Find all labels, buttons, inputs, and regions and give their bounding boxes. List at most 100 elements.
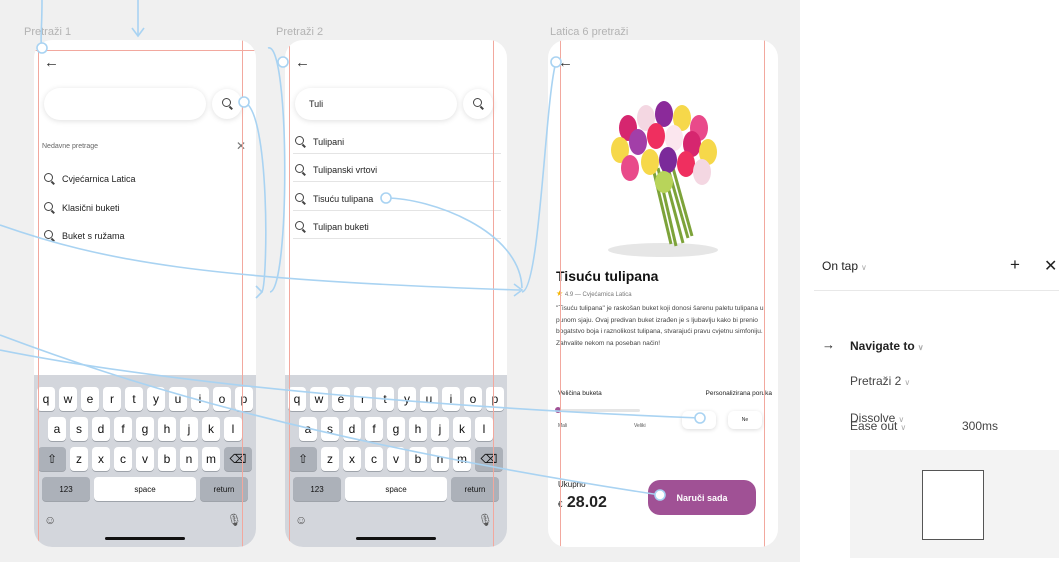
key-g[interactable]: g bbox=[136, 417, 154, 441]
easing-select[interactable]: Ease out ∨ bbox=[850, 419, 906, 433]
suggestion-item[interactable]: Tulipan buketi bbox=[293, 213, 501, 239]
key-e[interactable]: e bbox=[81, 387, 99, 411]
key-f[interactable]: f bbox=[114, 417, 132, 441]
return-key[interactable]: return bbox=[451, 477, 499, 501]
key-h[interactable]: h bbox=[158, 417, 176, 441]
key-j[interactable]: j bbox=[180, 417, 198, 441]
numbers-key[interactable]: 123 bbox=[42, 477, 90, 501]
frame-search-2[interactable]: ← Tuli Tulipani Tulipanski vrtovi Tisuću… bbox=[285, 40, 507, 547]
key-m[interactable]: m bbox=[202, 447, 220, 471]
order-now-button[interactable]: Naruči sada bbox=[648, 480, 756, 515]
key-s[interactable]: s bbox=[321, 417, 339, 441]
key-o[interactable]: o bbox=[464, 387, 482, 411]
key-l[interactable]: l bbox=[224, 417, 242, 441]
search-input[interactable]: Tuli bbox=[295, 88, 457, 120]
key-b[interactable]: b bbox=[409, 447, 427, 471]
key-y[interactable]: y bbox=[147, 387, 165, 411]
key-e[interactable]: e bbox=[332, 387, 350, 411]
action-select[interactable]: Navigate to ∨ bbox=[850, 339, 924, 353]
return-key[interactable]: return bbox=[200, 477, 248, 501]
destination-select[interactable]: Pretraži 2 ∨ bbox=[850, 374, 910, 388]
key-u[interactable]: u bbox=[169, 387, 187, 411]
key-v[interactable]: v bbox=[136, 447, 154, 471]
backspace-icon[interactable]: ⌫ bbox=[475, 447, 503, 471]
suggestion-item[interactable]: Tulipanski vrtovi bbox=[293, 156, 501, 182]
key-o[interactable]: o bbox=[213, 387, 231, 411]
frame-search-1[interactable]: ← Nedavne pretrage ✕ Cvjećarnica Latica … bbox=[34, 40, 256, 547]
key-q[interactable]: q bbox=[288, 387, 306, 411]
key-c[interactable]: c bbox=[114, 447, 132, 471]
emoji-icon[interactable]: ☺ bbox=[44, 513, 56, 527]
key-y[interactable]: y bbox=[398, 387, 416, 411]
emoji-icon[interactable]: ☺ bbox=[295, 513, 307, 527]
key-p[interactable]: p bbox=[486, 387, 504, 411]
frame-label-search-1[interactable]: Pretraži 1 bbox=[24, 26, 71, 38]
key-b[interactable]: b bbox=[158, 447, 176, 471]
key-n[interactable]: n bbox=[180, 447, 198, 471]
trigger-select[interactable]: On tap ∨ bbox=[822, 259, 867, 273]
frame-label-product[interactable]: Latica 6 pretraži bbox=[550, 26, 628, 38]
key-a[interactable]: a bbox=[48, 417, 66, 441]
microphone-icon[interactable]: 🎙 bbox=[478, 513, 493, 527]
size-slider[interactable] bbox=[554, 407, 640, 413]
frame-product[interactable]: ← Tisuću tulipana 4.9 — Cvjećarnica Lati… bbox=[548, 40, 778, 547]
key-i[interactable]: i bbox=[191, 387, 209, 411]
key-u[interactable]: u bbox=[420, 387, 438, 411]
plus-icon[interactable]: + bbox=[1010, 255, 1020, 275]
key-f[interactable]: f bbox=[365, 417, 383, 441]
search-button[interactable] bbox=[463, 89, 493, 119]
personal-yes-button[interactable]: Da bbox=[682, 411, 716, 429]
key-k[interactable]: k bbox=[202, 417, 220, 441]
recent-item[interactable]: Buket s ružama bbox=[42, 222, 250, 248]
personal-no-button[interactable]: Ne bbox=[728, 411, 762, 429]
search-button[interactable] bbox=[212, 89, 242, 119]
suggestion-item[interactable]: Tulipani bbox=[293, 128, 501, 154]
search-input[interactable] bbox=[44, 88, 206, 120]
key-v[interactable]: v bbox=[387, 447, 405, 471]
key-x[interactable]: x bbox=[92, 447, 110, 471]
recent-item[interactable]: Klasični buketi bbox=[42, 194, 250, 220]
numbers-key[interactable]: 123 bbox=[293, 477, 341, 501]
key-m[interactable]: m bbox=[453, 447, 471, 471]
key-k[interactable]: k bbox=[453, 417, 471, 441]
clear-recent-icon[interactable]: ✕ bbox=[236, 139, 246, 153]
key-r[interactable]: r bbox=[103, 387, 121, 411]
backspace-icon[interactable]: ⌫ bbox=[224, 447, 252, 471]
key-d[interactable]: d bbox=[343, 417, 361, 441]
key-g[interactable]: g bbox=[387, 417, 405, 441]
key-c[interactable]: c bbox=[365, 447, 383, 471]
back-arrow-icon[interactable]: ← bbox=[295, 54, 310, 71]
key-i[interactable]: i bbox=[442, 387, 460, 411]
space-key[interactable]: space bbox=[345, 477, 447, 501]
suggestion-item[interactable]: Tisuću tulipana bbox=[293, 185, 501, 211]
close-icon[interactable]: ✕ bbox=[1044, 256, 1057, 276]
microphone-icon[interactable]: 🎙 bbox=[227, 513, 242, 527]
key-t[interactable]: t bbox=[376, 387, 394, 411]
key-a[interactable]: a bbox=[299, 417, 317, 441]
key-l[interactable]: l bbox=[475, 417, 493, 441]
key-s[interactable]: s bbox=[70, 417, 88, 441]
key-w[interactable]: w bbox=[310, 387, 328, 411]
key-w[interactable]: w bbox=[59, 387, 77, 411]
shift-icon[interactable]: ⇧ bbox=[289, 447, 317, 471]
duration-input[interactable]: 300ms bbox=[962, 419, 998, 433]
key-z[interactable]: z bbox=[70, 447, 88, 471]
recent-item[interactable]: Cvjećarnica Latica bbox=[42, 165, 250, 191]
recent-item-label: Buket s ružama bbox=[62, 231, 125, 241]
frame-label-search-2[interactable]: Pretraži 2 bbox=[276, 26, 323, 38]
shift-icon[interactable]: ⇧ bbox=[38, 447, 66, 471]
key-z[interactable]: z bbox=[321, 447, 339, 471]
key-n[interactable]: n bbox=[431, 447, 449, 471]
back-arrow-icon[interactable]: ← bbox=[44, 54, 59, 71]
key-p[interactable]: p bbox=[235, 387, 253, 411]
design-canvas[interactable]: Pretraži 1 Pretraži 2 Latica 6 pretraži … bbox=[0, 0, 800, 562]
key-j[interactable]: j bbox=[431, 417, 449, 441]
key-h[interactable]: h bbox=[409, 417, 427, 441]
arrowhead bbox=[255, 285, 264, 299]
key-x[interactable]: x bbox=[343, 447, 361, 471]
key-q[interactable]: q bbox=[37, 387, 55, 411]
key-d[interactable]: d bbox=[92, 417, 110, 441]
key-t[interactable]: t bbox=[125, 387, 143, 411]
space-key[interactable]: space bbox=[94, 477, 196, 501]
key-r[interactable]: r bbox=[354, 387, 372, 411]
